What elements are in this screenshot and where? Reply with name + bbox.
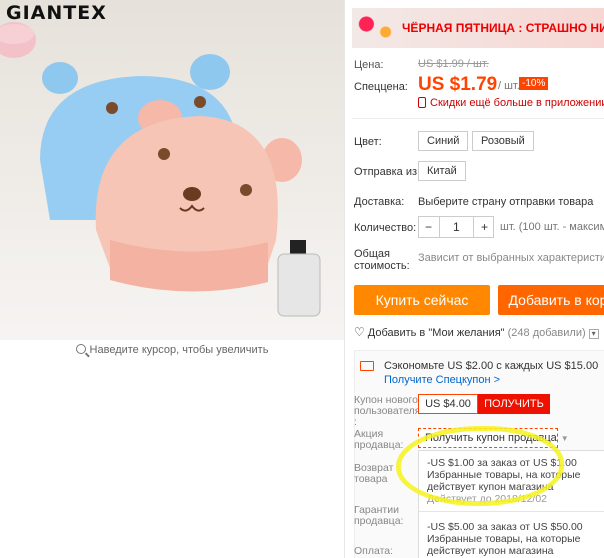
- color-label: Цвет:: [354, 136, 382, 148]
- old-price: US $1.99 / шт.: [418, 58, 489, 70]
- magnifier-icon: [75, 344, 86, 354]
- phone-icon: [418, 97, 426, 108]
- product-photo[interactable]: GIANTEX: [0, 0, 344, 340]
- payment-label: Оплата:: [354, 545, 394, 557]
- zoom-hint-text: Наведите курсор, чтобы увеличить: [89, 344, 269, 356]
- return-label-line2: товара: [354, 473, 388, 485]
- quantity-label: Количество:: [354, 222, 417, 234]
- quantity-decrease-button[interactable]: −: [425, 220, 432, 234]
- get-special-coupon-link[interactable]: Получите Спецкупон >: [384, 374, 500, 386]
- guarantee-label-line2: продавца:: [354, 515, 404, 527]
- quantity-increase-button[interactable]: +: [481, 220, 488, 234]
- brand-logo: GIANTEX: [6, 2, 107, 24]
- promo-banner-text: ЧЁРНАЯ ПЯТНИЦА : СТРАШНО НИЗК: [402, 21, 604, 35]
- save-offer-text: Сэкономьте US $2.00 с каждых US $15.00: [384, 360, 599, 372]
- product-image-panel: GIANTEX Наведите курсор, чтобы увеличить: [0, 0, 344, 558]
- new-user-label-line3: :: [354, 416, 357, 428]
- heart-icon: ♡: [354, 325, 365, 339]
- seller-promo-label-line2: продавца:: [354, 439, 404, 451]
- sale-price: US $1.79: [418, 74, 498, 95]
- coupon-desc-line1: Избранные товары, на которые: [427, 533, 581, 545]
- add-to-cart-button[interactable]: Добавить в кор: [498, 285, 604, 315]
- buy-now-button[interactable]: Купить сейчас: [354, 285, 490, 315]
- app-discount-text: Скидки ещё больше в приложении: [430, 97, 604, 109]
- product-illustration: [0, 22, 321, 317]
- panel-divider: [344, 0, 345, 558]
- total-label-line1: Общая: [354, 248, 390, 260]
- divider: [352, 118, 604, 119]
- delivery-value[interactable]: Выберите страну отправки товара: [418, 196, 593, 208]
- quantity-input[interactable]: 1: [453, 220, 460, 234]
- highlight-annotation: [396, 426, 564, 506]
- new-user-label-line2: пользователя: [354, 405, 421, 417]
- coupon-item[interactable]: -US $5.00 за заказ от US $50.00 Избранны…: [427, 521, 604, 557]
- total-label-line2: стоимость:: [354, 260, 410, 272]
- divider: [419, 511, 604, 512]
- quantity-note: шт. (100 шт. - максимум: [500, 221, 604, 233]
- promo-graphic-icon: [352, 8, 400, 48]
- app-discount-link[interactable]: Скидки ещё больше в приложении▼: [418, 97, 604, 109]
- quantity-stepper: − 1 +: [418, 216, 494, 238]
- wishlist-text: Добавить в "Мои желания": [367, 327, 505, 339]
- get-coupon-button[interactable]: ПОЛУЧИТЬ: [478, 394, 550, 414]
- chevron-down-icon[interactable]: ▾: [588, 329, 599, 339]
- wishlist-count: (248 добавили): [507, 327, 586, 339]
- ship-from-option-china[interactable]: Китай: [418, 161, 466, 181]
- color-option-pink[interactable]: Розовый: [472, 131, 534, 151]
- discount-badge: -10%: [519, 77, 549, 90]
- price-unit: / шт.: [498, 80, 520, 92]
- coupon-title: -US $5.00 за заказ от US $50.00: [427, 521, 583, 533]
- total-value: Зависит от выбранных характеристик товар: [418, 252, 604, 264]
- price-label: Цена:: [354, 59, 384, 71]
- delivery-label: Доставка:: [354, 196, 405, 208]
- special-price-label: Спеццена:: [354, 81, 408, 93]
- promo-banner[interactable]: ЧЁРНАЯ ПЯТНИЦА : СТРАШНО НИЗК: [352, 8, 604, 48]
- add-to-wishlist-link[interactable]: ♡ Добавить в "Мои желания" (248 добавили)…: [354, 325, 599, 339]
- color-option-blue[interactable]: Синий: [418, 131, 469, 151]
- new-user-coupon-value: US $4.00: [418, 394, 478, 414]
- coupon-ticket-icon: [360, 361, 374, 371]
- coupon-desc-line2: действует купон магазина: [427, 545, 554, 557]
- ship-from-label: Отправка из:: [354, 166, 421, 178]
- chevron-down-icon: ▼: [560, 434, 569, 443]
- zoom-hint: Наведите курсор, чтобы увеличить: [0, 344, 344, 356]
